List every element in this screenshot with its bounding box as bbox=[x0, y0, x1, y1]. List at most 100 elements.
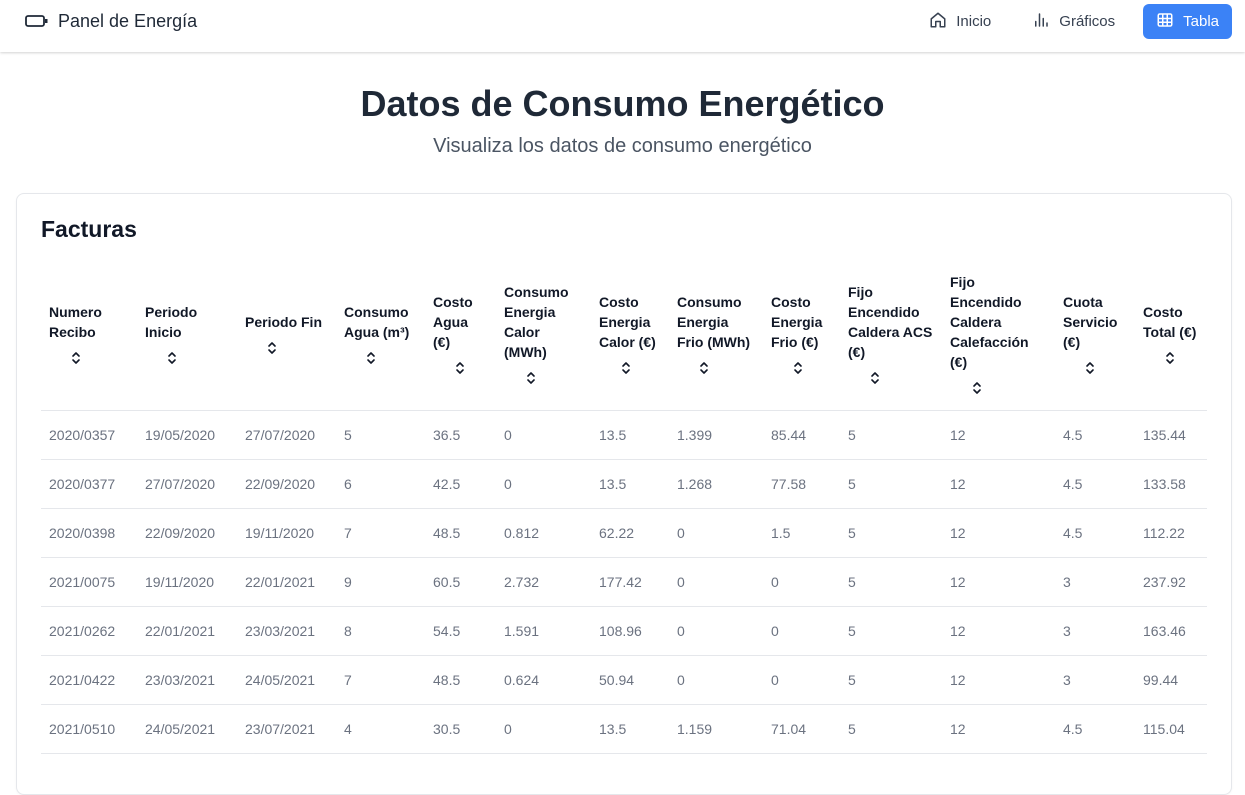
table-cell: 12 bbox=[942, 704, 1055, 754]
table-cell: 24/05/2021 bbox=[137, 704, 237, 754]
table-cell: 22/09/2020 bbox=[137, 508, 237, 558]
table-cell: 0 bbox=[496, 410, 591, 460]
table-cell: 2021/0075 bbox=[41, 557, 137, 607]
table-cell: 0 bbox=[669, 606, 763, 656]
table-cell: 112.22 bbox=[1135, 508, 1207, 558]
sort-icon[interactable] bbox=[167, 350, 177, 364]
table-cell: 1.399 bbox=[669, 410, 763, 460]
table-cell: 12 bbox=[942, 508, 1055, 558]
sort-icon[interactable] bbox=[366, 350, 376, 364]
table-cell: 163.46 bbox=[1135, 606, 1207, 656]
table-cell: 0 bbox=[669, 557, 763, 607]
table-cell: 30.5 bbox=[425, 704, 496, 754]
table-cell: 24/05/2021 bbox=[237, 655, 336, 705]
card-title: Facturas bbox=[41, 216, 137, 242]
table-cell: 54.5 bbox=[425, 606, 496, 656]
column-header-label: Costo Energia Frio (€) bbox=[771, 294, 823, 350]
table-cell: 6 bbox=[336, 459, 425, 509]
table-cell: 13.5 bbox=[591, 410, 669, 460]
table-row: 2021/0510 24/05/2021 23/07/2021 4 30.5 0 13.5 1… bbox=[41, 704, 1207, 754]
table-cell: 177.42 bbox=[591, 557, 669, 607]
sort-icon[interactable] bbox=[455, 360, 465, 374]
table-cell: 5 bbox=[840, 606, 942, 656]
table-cell: 2.732 bbox=[496, 557, 591, 607]
sort-icon[interactable] bbox=[972, 380, 982, 394]
table-cell: 1.268 bbox=[669, 459, 763, 509]
brand[interactable]: Panel de Energía bbox=[25, 10, 197, 32]
table-cell: 5 bbox=[840, 704, 942, 754]
column-header[interactable]: Consumo Energia Calor (MWh) bbox=[496, 256, 591, 411]
sort-icon[interactable] bbox=[1165, 350, 1175, 364]
table-cell: 27/07/2020 bbox=[237, 410, 336, 460]
table-cell: 5 bbox=[840, 508, 942, 558]
table-row: 2020/0357 19/05/2020 27/07/2020 5 36.5 0 13.5 1… bbox=[41, 410, 1207, 460]
table-cell: 0 bbox=[763, 557, 840, 607]
column-header[interactable]: Numero Recibo bbox=[41, 256, 137, 411]
table-cell: 2020/0357 bbox=[41, 410, 137, 460]
invoices-card: Facturas Numero Recibo Periodo Inicio Peri… bbox=[16, 193, 1232, 795]
nav-item-graficos[interactable]: Gráficos bbox=[1019, 4, 1128, 39]
column-header[interactable]: Fijo Encendido Caldera Calefacción (€) bbox=[942, 256, 1055, 411]
nav-item-inicio[interactable]: Inicio bbox=[916, 4, 1004, 39]
table-cell: 27/07/2020 bbox=[137, 459, 237, 509]
column-header[interactable]: Cuota Servicio (€) bbox=[1055, 256, 1135, 411]
sort-icon[interactable] bbox=[621, 360, 631, 374]
home-icon bbox=[929, 11, 956, 33]
page-subtitle: Visualiza los datos de consumo energétic… bbox=[433, 135, 812, 157]
top-navbar: Panel de Energía Inicio Gráficos Tabla bbox=[0, 0, 1245, 52]
table-cell: 108.96 bbox=[591, 606, 669, 656]
table-cell: 0 bbox=[763, 606, 840, 656]
table-cell: 0 bbox=[669, 508, 763, 558]
table-row: 2021/0422 23/03/2021 24/05/2021 7 48.5 0.624 5… bbox=[41, 655, 1207, 705]
nav-label-graficos: Gráficos bbox=[1059, 13, 1116, 30]
column-header-label: Fijo Encendido Caldera ACS (€) bbox=[848, 284, 933, 360]
brand-name: Panel de Energía bbox=[58, 10, 198, 31]
table-cell: 0 bbox=[669, 655, 763, 705]
table-cell: 13.5 bbox=[591, 459, 669, 509]
table-cell: 133.58 bbox=[1135, 459, 1207, 509]
table-cell: 5 bbox=[840, 459, 942, 509]
column-header[interactable]: Costo Total (€) bbox=[1135, 256, 1207, 411]
column-header[interactable]: Consumo Agua (m³) bbox=[336, 256, 425, 411]
column-header[interactable]: Fijo Encendido Caldera ACS (€) bbox=[840, 256, 942, 411]
table-cell: 5 bbox=[840, 410, 942, 460]
column-header[interactable]: Costo Energia Calor (€) bbox=[591, 256, 669, 411]
table-cell: 4.5 bbox=[1055, 508, 1135, 558]
sort-icon[interactable] bbox=[267, 340, 277, 354]
invoices-table: Numero Recibo Periodo Inicio Periodo Fin Co… bbox=[41, 256, 1207, 754]
column-header-label: Costo Agua (€) bbox=[433, 294, 473, 350]
column-header[interactable]: Consumo Energia Frio (MWh) bbox=[669, 256, 763, 411]
table-cell: 12 bbox=[942, 459, 1055, 509]
table-cell: 3 bbox=[1055, 606, 1135, 656]
battery-icon bbox=[25, 14, 49, 28]
sort-icon[interactable] bbox=[793, 360, 803, 374]
table-cell: 77.58 bbox=[763, 459, 840, 509]
column-header-label: Numero Recibo bbox=[49, 304, 102, 340]
table-cell: 19/11/2020 bbox=[237, 508, 336, 558]
column-header[interactable]: Periodo Inicio bbox=[137, 256, 237, 411]
sort-icon[interactable] bbox=[526, 370, 536, 384]
sort-icon[interactable] bbox=[870, 370, 880, 384]
table-cell: 3 bbox=[1055, 557, 1135, 607]
column-header-label: Consumo Energia Frio (MWh) bbox=[677, 294, 751, 350]
column-header-label: Costo Total (€) bbox=[1143, 304, 1197, 340]
table-cell: 23/03/2021 bbox=[237, 606, 336, 656]
table-cell: 237.92 bbox=[1135, 557, 1207, 607]
sort-icon[interactable] bbox=[699, 360, 709, 374]
column-header[interactable]: Costo Agua (€) bbox=[425, 256, 496, 411]
table-cell: 0.624 bbox=[496, 655, 591, 705]
table-cell: 85.44 bbox=[763, 410, 840, 460]
column-header[interactable]: Periodo Fin bbox=[237, 256, 336, 411]
table-cell: 99.44 bbox=[1135, 655, 1207, 705]
table-cell: 42.5 bbox=[425, 459, 496, 509]
table-row: 2021/0075 19/11/2020 22/01/2021 9 60.5 2.732 1… bbox=[41, 557, 1207, 607]
nav-item-tabla[interactable]: Tabla bbox=[1143, 4, 1232, 39]
column-header[interactable]: Costo Energia Frio (€) bbox=[763, 256, 840, 411]
sort-icon[interactable] bbox=[1085, 360, 1095, 374]
sort-icon[interactable] bbox=[71, 350, 81, 364]
table-cell: 5 bbox=[840, 655, 942, 705]
table-cell: 2021/0510 bbox=[41, 704, 137, 754]
table-body: 2020/0357 19/05/2020 27/07/2020 5 36.5 0 13.5 1… bbox=[41, 410, 1207, 754]
table-cell: 135.44 bbox=[1135, 410, 1207, 460]
table-cell: 71.04 bbox=[763, 704, 840, 754]
